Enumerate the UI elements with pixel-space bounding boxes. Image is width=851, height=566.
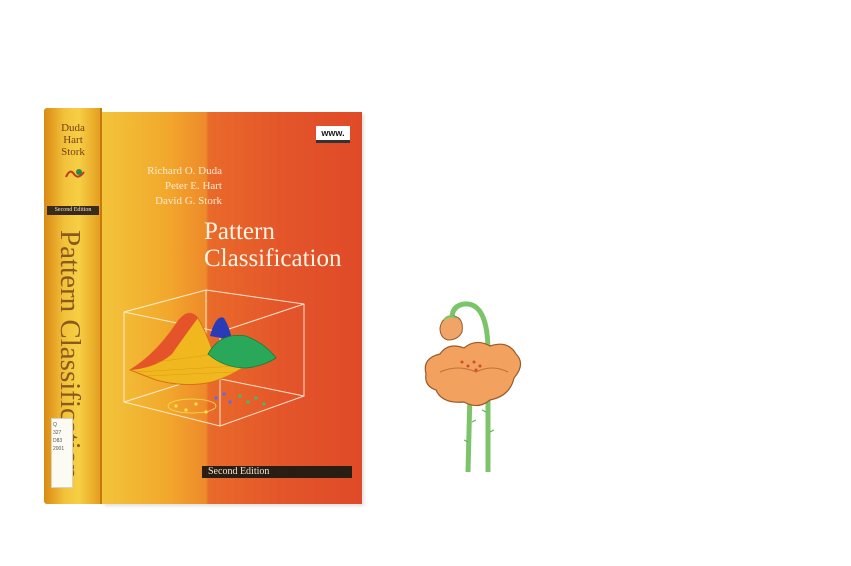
publisher-logo-icon <box>65 169 85 178</box>
cover-title: Pattern Classification <box>204 218 360 272</box>
book-cover: www. Richard O. Duda Peter E. Hart David… <box>102 112 362 504</box>
call-number-line: 327 <box>53 430 62 436</box>
call-number-line: 2001 <box>53 446 65 452</box>
photo-scene: Duda Hart Stork Second Edition Pattern C… <box>0 0 851 566</box>
book-spine: Duda Hart Stork Second Edition Pattern C… <box>44 108 102 504</box>
cover-edition-bar: Second Edition <box>202 466 352 478</box>
spine-author: Hart <box>63 134 83 146</box>
cover-author: David G. Stork <box>155 195 222 207</box>
cover-author: Peter E. Hart <box>164 180 222 192</box>
cover-title-line: Pattern <box>204 218 275 245</box>
cover-title-line: Classification <box>204 245 342 272</box>
spine-edition-label: Second Edition <box>47 206 99 215</box>
call-number-line: D83 <box>53 438 63 444</box>
cover-author: Richard O. Duda <box>147 165 222 177</box>
cover-3d-plot-illustration <box>123 289 305 427</box>
spine-authors: Duda Hart Stork <box>44 122 102 158</box>
poppy-flower-illustration <box>424 301 522 473</box>
www-badge: www. <box>316 126 350 143</box>
spine-author: Duda <box>61 122 85 134</box>
cover-authors: Richard O. Duda Peter E. Hart David G. S… <box>110 164 222 209</box>
call-number-line: Q <box>53 422 57 428</box>
library-call-number-label: Q 327 D83 2001 <box>51 418 73 488</box>
spine-author: Stork <box>61 146 85 158</box>
